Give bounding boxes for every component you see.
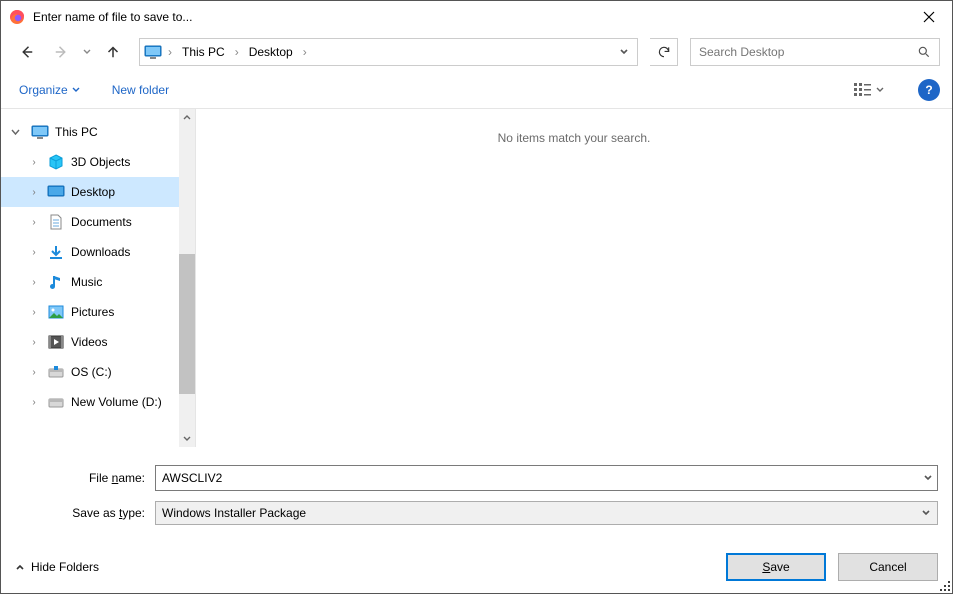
tree-node-desktop[interactable]: › Desktop (1, 177, 195, 207)
up-button[interactable] (99, 38, 127, 66)
drive-icon (47, 363, 65, 381)
address-dropdown[interactable] (613, 47, 635, 57)
tree-node-label: OS (C:) (71, 365, 112, 379)
tree-scrollbar[interactable] (179, 109, 195, 447)
recent-locations-dropdown[interactable] (81, 48, 93, 56)
videos-icon (47, 333, 65, 351)
expand-icon[interactable]: › (27, 307, 41, 318)
tree-node-pictures[interactable]: › Pictures (1, 297, 195, 327)
pictures-icon (47, 303, 65, 321)
tree-node-label: Documents (71, 215, 132, 229)
save-form: File name: Save as type: Windows Install… (1, 447, 952, 541)
footer: Hide Folders Save Cancel (1, 541, 952, 593)
tree-node-label: Pictures (71, 305, 114, 319)
expand-icon[interactable]: › (27, 157, 41, 168)
tree-node-3d-objects[interactable]: › 3D Objects (1, 147, 195, 177)
tree-node-os-c[interactable]: › OS (C:) (1, 357, 195, 387)
address-bar[interactable]: › This PC › Desktop › (139, 38, 638, 66)
empty-message: No items match your search. (498, 131, 651, 145)
view-icon (854, 83, 872, 97)
help-button[interactable]: ? (918, 79, 940, 101)
expand-icon[interactable]: › (27, 277, 41, 288)
expand-icon[interactable]: › (27, 217, 41, 228)
folder-tree: This PC › 3D Objects › Desktop › Documen… (1, 109, 196, 447)
organize-menu[interactable]: Organize (13, 79, 86, 101)
music-icon (47, 273, 65, 291)
filetype-combobox[interactable]: Windows Installer Package (155, 501, 938, 525)
downloads-icon (47, 243, 65, 261)
resize-grip-icon[interactable] (939, 580, 951, 592)
toolbar: Organize New folder ? (1, 71, 952, 109)
chevron-up-icon (15, 562, 25, 572)
new-folder-button[interactable]: New folder (106, 79, 175, 101)
tree-node-label: Music (71, 275, 102, 289)
search-box[interactable] (690, 38, 940, 66)
body-pane: This PC › 3D Objects › Desktop › Documen… (1, 109, 952, 447)
view-options-button[interactable] (850, 79, 888, 101)
refresh-button[interactable] (650, 38, 678, 66)
tree-node-label: Videos (71, 335, 107, 349)
tree-node-downloads[interactable]: › Downloads (1, 237, 195, 267)
expand-icon[interactable]: › (27, 187, 41, 198)
expand-icon[interactable]: › (27, 367, 41, 378)
scroll-down-icon[interactable] (179, 431, 195, 447)
save-button[interactable]: Save (726, 553, 826, 581)
firefox-icon (9, 9, 25, 25)
filename-label: File name: (15, 471, 155, 485)
tree-node-label: New Volume (D:) (71, 395, 162, 409)
filetype-value: Windows Installer Package (162, 506, 306, 520)
file-list-pane[interactable]: No items match your search. (196, 109, 952, 447)
3d-objects-icon (47, 153, 65, 171)
tree-node-music[interactable]: › Music (1, 267, 195, 297)
breadcrumb-desktop[interactable]: Desktop (243, 40, 299, 64)
filename-field[interactable] (155, 465, 938, 491)
back-button[interactable] (13, 38, 41, 66)
filename-input[interactable] (162, 471, 931, 485)
documents-icon (47, 213, 65, 231)
tree-node-label: This PC (55, 125, 98, 139)
filetype-label: Save as type: (15, 506, 155, 520)
hide-folders-button[interactable]: Hide Folders (15, 560, 99, 574)
filename-dropdown[interactable] (923, 473, 933, 483)
title-bar: Enter name of file to save to... (1, 1, 952, 33)
tree-node-label: 3D Objects (71, 155, 130, 169)
expand-icon[interactable]: › (27, 397, 41, 408)
drive-icon (47, 393, 65, 411)
tree-node-videos[interactable]: › Videos (1, 327, 195, 357)
tree-node-this-pc[interactable]: This PC (1, 117, 195, 147)
navigation-bar: › This PC › Desktop › (1, 33, 952, 71)
scroll-up-icon[interactable] (179, 109, 195, 125)
tree-node-new-volume-d[interactable]: › New Volume (D:) (1, 387, 195, 417)
chevron-down-icon (876, 86, 884, 94)
chevron-down-icon (921, 508, 931, 518)
tree-node-label: Downloads (71, 245, 130, 259)
chevron-right-icon[interactable]: › (299, 45, 311, 59)
chevron-down-icon (72, 86, 80, 94)
expand-icon[interactable]: › (27, 247, 41, 258)
breadcrumb-this-pc[interactable]: This PC (176, 40, 231, 64)
cancel-button[interactable]: Cancel (838, 553, 938, 581)
chevron-right-icon[interactable]: › (231, 45, 243, 59)
this-pc-icon (142, 41, 164, 63)
desktop-icon (47, 183, 65, 201)
search-input[interactable] (699, 45, 917, 59)
tree-node-documents[interactable]: › Documents (1, 207, 195, 237)
expand-icon[interactable]: › (27, 337, 41, 348)
close-button[interactable] (906, 1, 952, 33)
forward-button[interactable] (47, 38, 75, 66)
this-pc-icon (31, 123, 49, 141)
tree-node-label: Desktop (71, 185, 115, 199)
scroll-thumb[interactable] (179, 254, 195, 394)
search-icon[interactable] (917, 45, 931, 59)
chevron-right-icon[interactable]: › (164, 45, 176, 59)
collapse-icon[interactable] (11, 128, 25, 137)
window-title: Enter name of file to save to... (33, 10, 906, 24)
